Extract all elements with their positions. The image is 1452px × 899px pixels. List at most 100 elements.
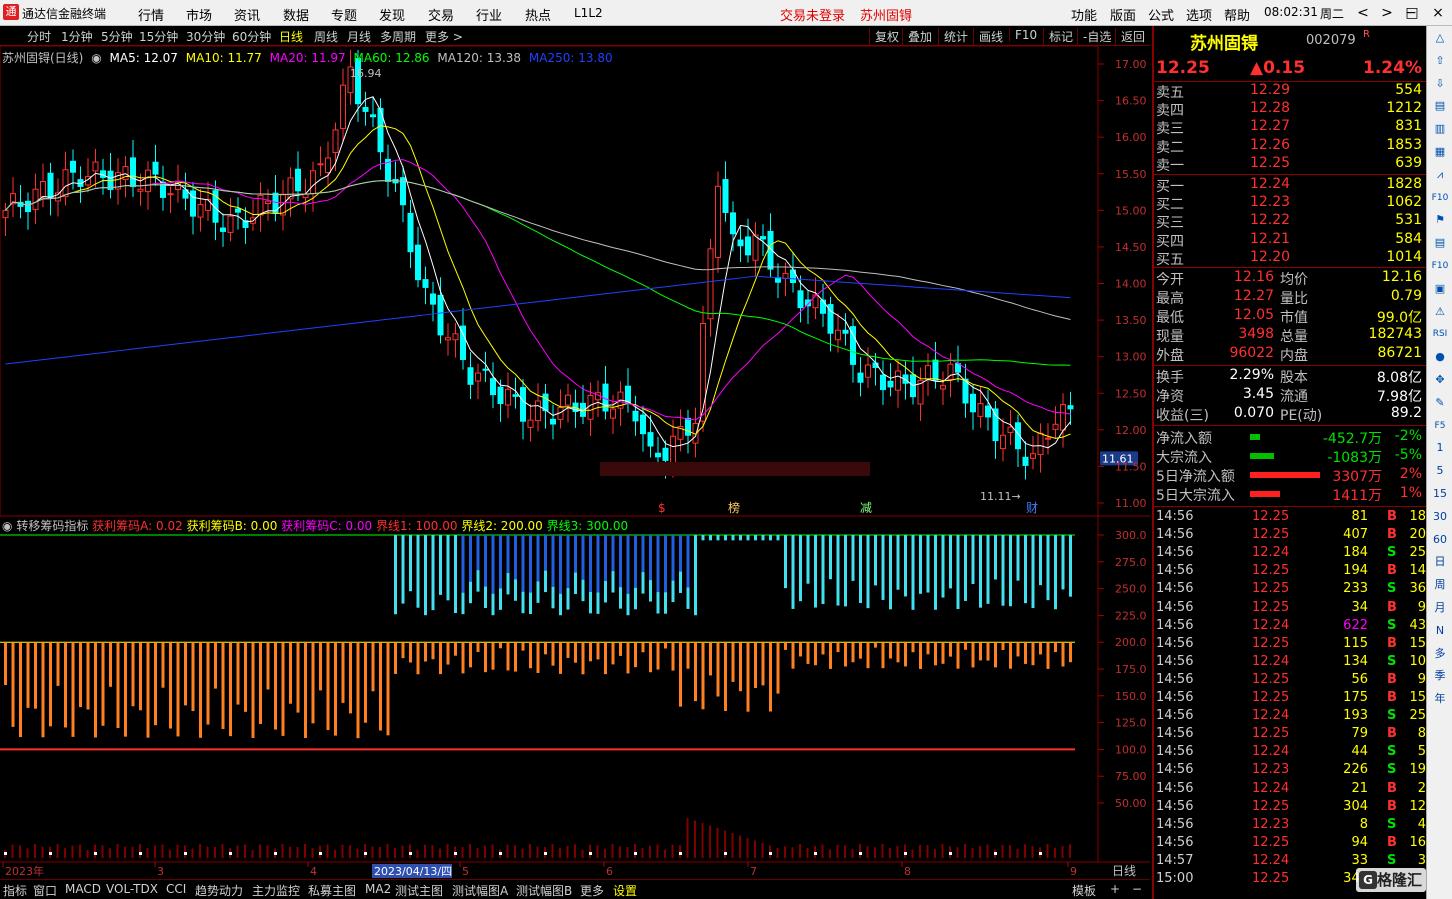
- flag-icon[interactable]: ⚑: [1430, 211, 1450, 229]
- tab-more[interactable]: 更多: [580, 882, 604, 899]
- f5-icon[interactable]: F5: [1430, 417, 1450, 435]
- tab-settings[interactable]: 设置: [613, 882, 637, 899]
- watermark-logo-icon: G: [1359, 871, 1377, 889]
- ind-bar-small: [109, 848, 111, 858]
- stat-value2: 12.16: [1381, 269, 1422, 285]
- rsi-icon[interactable]: RSI: [1430, 325, 1450, 343]
- menu-help[interactable]: 帮助: [1224, 5, 1250, 24]
- period-shortcut-29[interactable]: 年: [1430, 690, 1450, 708]
- chart2-icon[interactable]: ⩘: [1430, 166, 1450, 184]
- stat2-label2: 流通: [1280, 389, 1308, 405]
- tick-count: 36: [1409, 581, 1426, 597]
- candle-body: [1067, 405, 1074, 410]
- grid3-icon[interactable]: ▤: [1430, 234, 1450, 252]
- ind-bar-orange: [169, 642, 172, 729]
- up-arrow-icon[interactable]: △: [1430, 29, 1450, 47]
- tab-cci[interactable]: CCI: [166, 882, 186, 896]
- buy-icon[interactable]: ▣: [1430, 280, 1450, 298]
- period-shortcut-27[interactable]: 多: [1430, 645, 1450, 663]
- kline-chart[interactable]: 17.00 16.50 16.00 15.50 15.00 14.50 14.00 13.50…: [0, 0, 1152, 880]
- pen-icon[interactable]: ✎: [1430, 394, 1450, 412]
- maximize-button[interactable]: □: [1401, 3, 1423, 23]
- ind-bar-orange: [566, 642, 570, 658]
- tab-macd[interactable]: MACD: [65, 882, 101, 896]
- ind-bar-cyan: [829, 535, 832, 580]
- tab-test-main[interactable]: 测试主图: [395, 882, 443, 899]
- ind-bar-orange: [589, 642, 592, 662]
- ind-bar-small: [754, 840, 756, 858]
- price-axis-label: 11.50: [1115, 460, 1147, 473]
- add-window-button[interactable]: +: [1110, 882, 1120, 896]
- bid-label: 买四: [1156, 233, 1184, 250]
- period-shortcut-24[interactable]: 周: [1430, 576, 1450, 594]
- flow-value: -1083万: [1327, 450, 1382, 466]
- indicator-toggle-icon[interactable]: ◉: [2, 519, 12, 533]
- ind-bar-orange: [1009, 642, 1012, 669]
- tab-indicator[interactable]: 指标: [3, 882, 27, 899]
- tab-trend[interactable]: 趋势动力: [195, 882, 243, 899]
- tab-window[interactable]: 窗口: [33, 882, 57, 899]
- tick-row: 14:56 12.24 622 S 43: [1154, 618, 1426, 636]
- alert-icon[interactable]: ⚠: [1430, 303, 1450, 321]
- period-shortcut-28[interactable]: 季: [1430, 667, 1450, 685]
- tick-volume: 33: [1351, 852, 1368, 868]
- ind-bar-small: [1024, 844, 1026, 858]
- candle-body: [1037, 432, 1044, 456]
- ask-volume: 554: [1395, 82, 1422, 98]
- back-button[interactable]: <: [1352, 3, 1374, 23]
- ind-bar-small: [514, 845, 516, 858]
- ind-bar-cyan: [1069, 535, 1072, 597]
- tab-test-b[interactable]: 测试幅图B: [516, 882, 572, 899]
- legend-toggle-icon[interactable]: ◉: [91, 51, 101, 65]
- stat2-value: 0.070: [1233, 405, 1274, 421]
- candle-body: [527, 419, 534, 428]
- ind-bar-orange: [49, 642, 52, 727]
- ind-bar-small: [424, 844, 426, 858]
- tab-vol[interactable]: VOL-TDX: [106, 882, 158, 896]
- ask-row: 卖一 12.25 639: [1154, 155, 1426, 174]
- period-shortcut-21[interactable]: 30: [1430, 508, 1450, 526]
- period-shortcut-23[interactable]: 日: [1430, 553, 1450, 571]
- f10-icon[interactable]: F10: [1430, 189, 1450, 207]
- period-shortcut-26[interactable]: N: [1430, 622, 1450, 640]
- tick-count: 19: [1409, 762, 1426, 778]
- candle-body: [317, 163, 324, 166]
- ind-bar-orange: [349, 642, 352, 714]
- tab-test-a[interactable]: 测试幅图A: [452, 882, 508, 899]
- candle-body: [467, 367, 474, 385]
- period-shortcut-19[interactable]: 5: [1430, 462, 1450, 480]
- tick-row: 14:56 12.25 56 B 9: [1154, 672, 1426, 690]
- tab-main-monitor[interactable]: 主力监控: [252, 882, 300, 899]
- down-hollow-icon[interactable]: ⇩: [1430, 75, 1450, 93]
- menu-options[interactable]: 选项: [1186, 5, 1212, 24]
- chart-icon[interactable]: ▦: [1430, 143, 1450, 161]
- close-button[interactable]: ×: [1427, 3, 1449, 23]
- template-button[interactable]: 模板: [1072, 882, 1096, 899]
- period-shortcut-20[interactable]: 15: [1430, 485, 1450, 503]
- ind-bar-orange: [574, 642, 577, 663]
- tick-count: 15: [1409, 690, 1426, 705]
- red-icon[interactable]: ●: [1430, 348, 1450, 366]
- ind-bar-blue: [544, 535, 547, 571]
- legend-ma120: MA120: 13.38: [437, 51, 522, 65]
- ind-bar-orange: [26, 642, 30, 708]
- period-shortcut-18[interactable]: 1: [1430, 439, 1450, 457]
- tab-private[interactable]: 私募主图: [308, 882, 356, 899]
- period-shortcut-25[interactable]: 月: [1430, 599, 1450, 617]
- ind-bar-small: [641, 847, 644, 858]
- grid-icon[interactable]: ▤: [1430, 97, 1450, 115]
- forward-button[interactable]: >: [1376, 3, 1398, 23]
- tab-ma2[interactable]: MA2: [365, 882, 391, 896]
- period-shortcut-22[interactable]: 60: [1430, 531, 1450, 549]
- ind-dot: [814, 852, 817, 855]
- remove-window-button[interactable]: −: [1132, 882, 1142, 896]
- ind-bar-small: [964, 844, 966, 858]
- ind-bar-orange: [994, 642, 997, 668]
- move-icon[interactable]: ✥: [1430, 371, 1450, 389]
- up-hollow-icon[interactable]: ⇧: [1430, 52, 1450, 70]
- flow-label: 5日大宗流入: [1156, 488, 1235, 504]
- ind-bar-small: [206, 846, 209, 858]
- f10b-icon[interactable]: F10: [1430, 257, 1450, 275]
- grid2-icon[interactable]: ▥: [1430, 120, 1450, 138]
- candle-body: [880, 374, 886, 391]
